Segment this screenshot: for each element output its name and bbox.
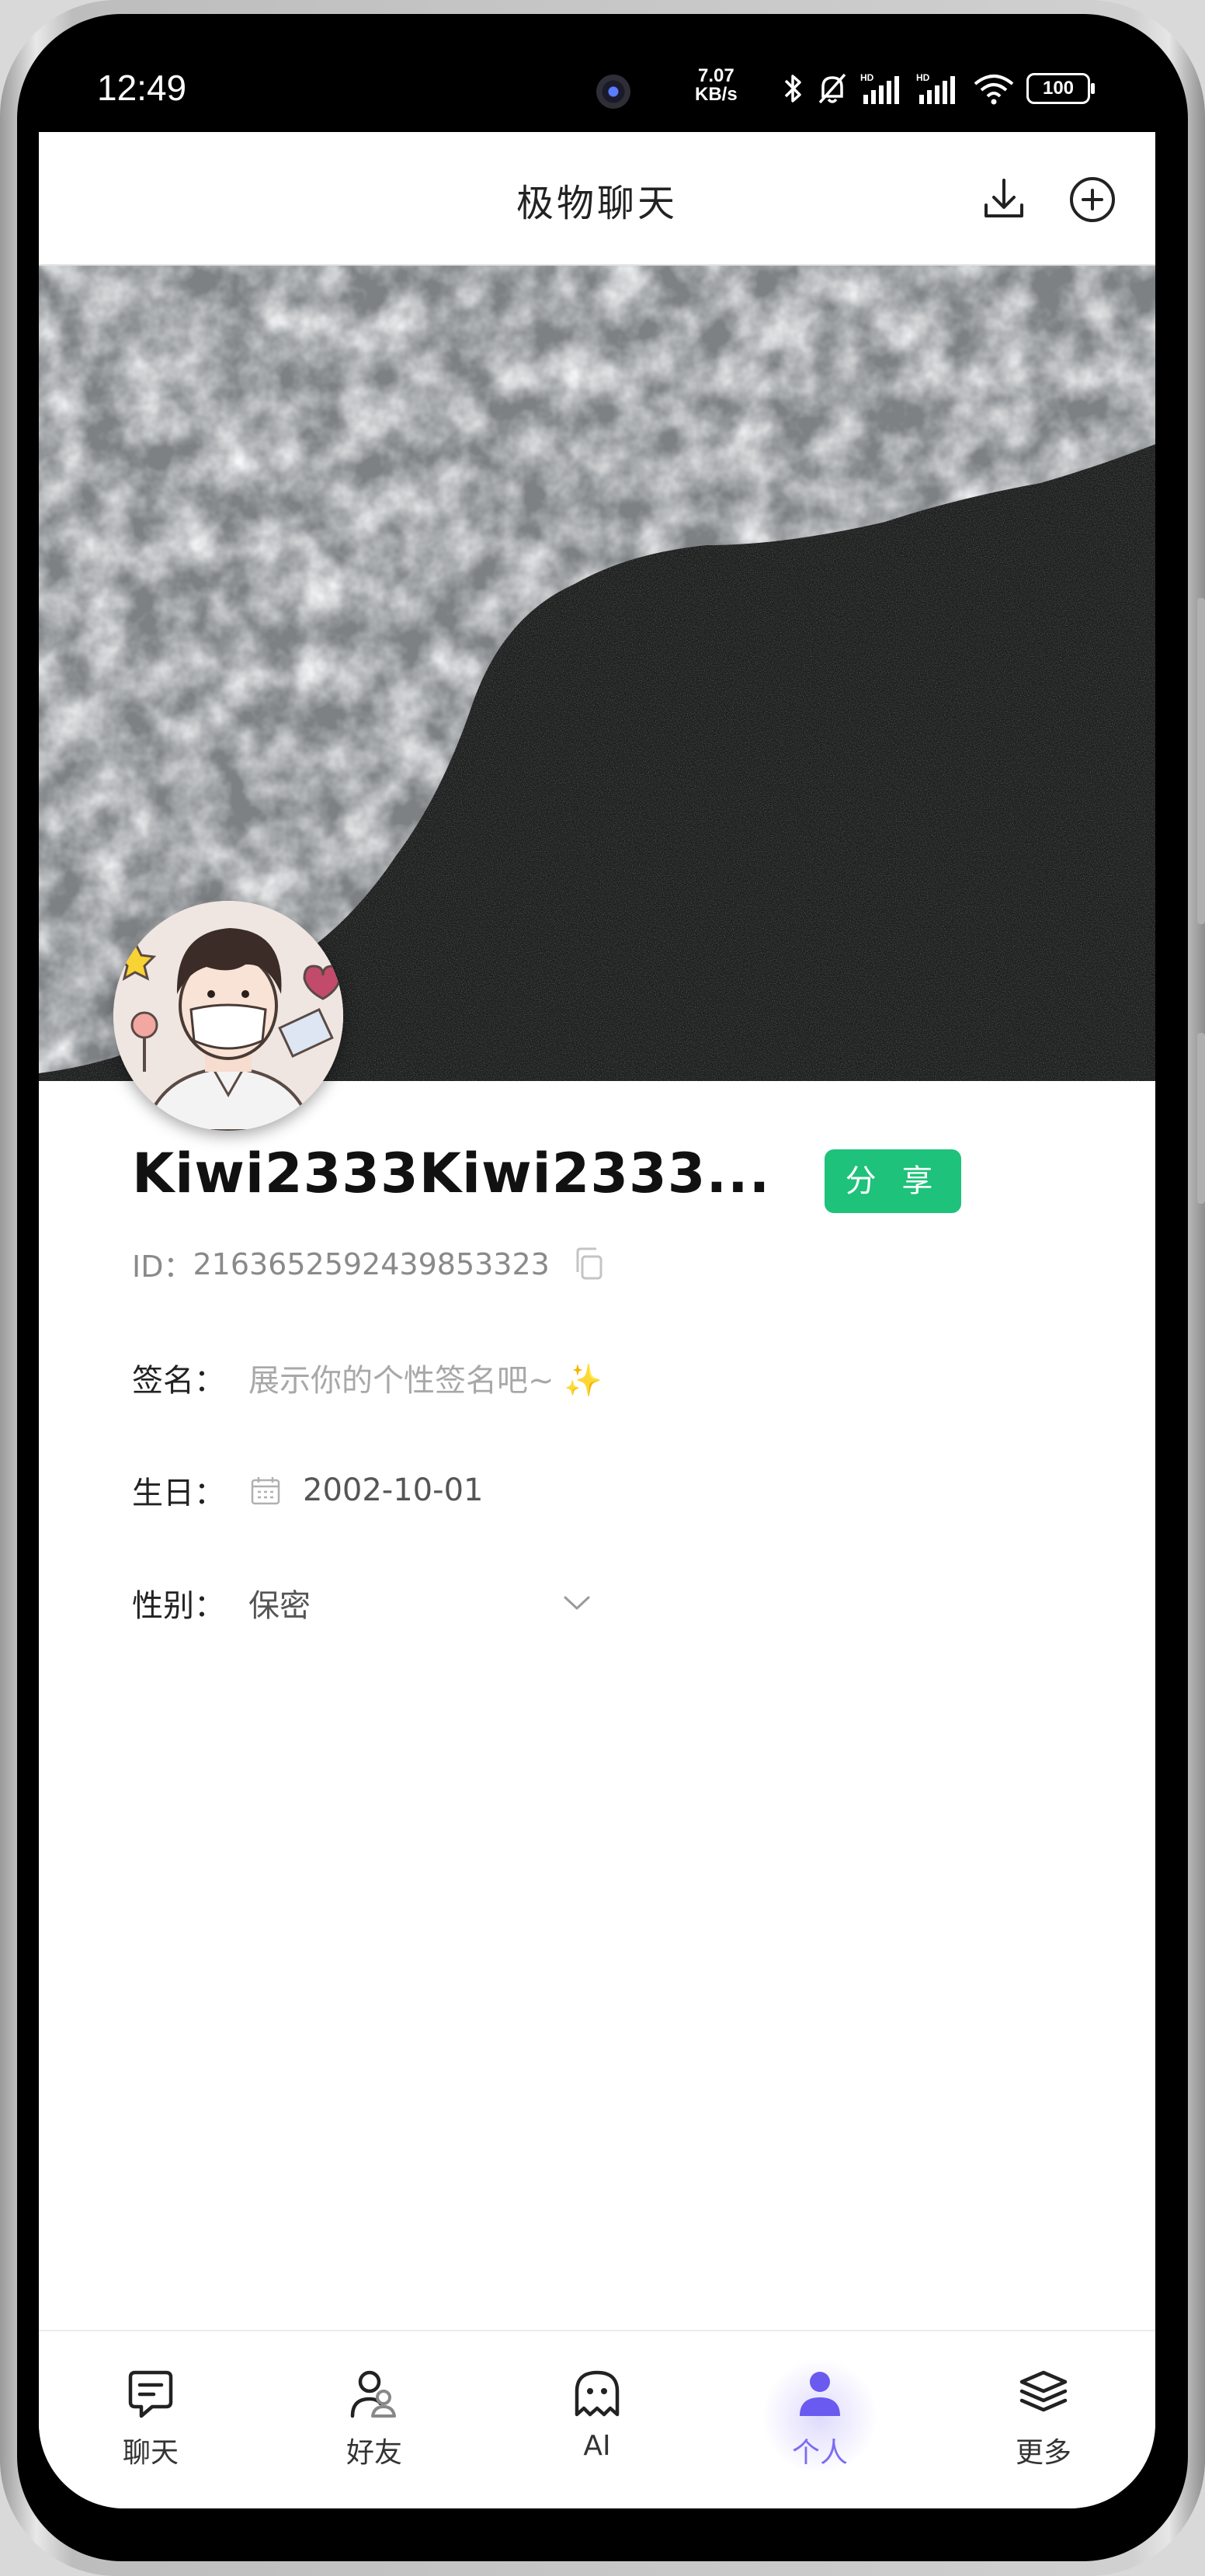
tab-profile-label: 个人 bbox=[791, 2437, 848, 2469]
bluetooth-icon bbox=[784, 75, 801, 103]
birthday-label: 生日： bbox=[132, 1476, 225, 1511]
app-screen: 极物聊天 Kiwi2333Kiwi2333... 分 享 ID： 2163652… bbox=[39, 132, 1155, 2508]
tab-profile[interactable]: 个人 bbox=[742, 2359, 898, 2475]
battery-indicator: 100 bbox=[1026, 73, 1095, 104]
username: Kiwi2333Kiwi2333... bbox=[132, 1142, 771, 1205]
chat-icon bbox=[128, 2370, 173, 2418]
add-circle-icon[interactable] bbox=[1065, 172, 1120, 227]
volume-button bbox=[1197, 598, 1205, 924]
gender-row[interactable]: 性别： 保密 bbox=[132, 1580, 595, 1625]
svg-text:HD: HD bbox=[916, 72, 930, 83]
tab-more[interactable]: 更多 bbox=[966, 2366, 1121, 2470]
avatar[interactable] bbox=[113, 901, 343, 1131]
tab-more-label: 更多 bbox=[1015, 2437, 1071, 2469]
avatar-illustration bbox=[113, 901, 343, 1131]
birthday-row[interactable]: 生日： 2002-10-01 bbox=[132, 1468, 483, 1513]
id-label: ID： bbox=[132, 1250, 193, 1284]
net-speed-value: 7.07 bbox=[697, 65, 734, 86]
signature-row[interactable]: 签名： 展示你的个性签名吧~ ✨ bbox=[132, 1355, 602, 1400]
net-speed: 7.07 KB/s bbox=[695, 67, 738, 104]
signature-label: 签名： bbox=[132, 1363, 225, 1399]
tab-friends[interactable]: 好友 bbox=[297, 2366, 452, 2470]
signal-2-icon: HD bbox=[916, 72, 955, 104]
wifi-icon bbox=[974, 75, 1014, 105]
tab-chat-label: 聊天 bbox=[122, 2437, 179, 2469]
net-speed-unit: KB/s bbox=[695, 84, 738, 105]
share-button[interactable]: 分 享 bbox=[825, 1149, 961, 1213]
calendar-icon bbox=[251, 1477, 280, 1505]
power-button bbox=[1197, 1033, 1205, 1204]
tab-friends-label: 好友 bbox=[346, 2437, 402, 2469]
tab-ai-label: AI bbox=[583, 2430, 611, 2462]
user-id-row: ID： 2163652592439853323 bbox=[132, 1243, 610, 1285]
signature-placeholder[interactable]: 展示你的个性签名吧~ ✨ bbox=[248, 1355, 602, 1400]
birthday-value[interactable]: 2002-10-01 bbox=[303, 1472, 483, 1508]
status-time: 12:49 bbox=[97, 68, 187, 108]
top-header: 极物聊天 bbox=[39, 132, 1155, 266]
bottom-tab-bar: 聊天 好友 AI 个人 更多 bbox=[39, 2330, 1155, 2508]
front-camera bbox=[596, 75, 630, 109]
signal-1-icon: HD bbox=[860, 72, 899, 104]
status-icons: HD HD 100 bbox=[783, 65, 1095, 112]
friends-icon bbox=[350, 2370, 396, 2418]
status-bar: 12:49 7.07 KB/s HD HD 100 bbox=[39, 47, 1155, 132]
mute-bell-icon bbox=[818, 73, 846, 104]
chevron-down-icon[interactable] bbox=[559, 1585, 595, 1621]
copy-icon[interactable] bbox=[570, 1244, 610, 1285]
tab-chat[interactable]: 聊天 bbox=[73, 2366, 228, 2470]
id-value: 2163652592439853323 bbox=[193, 1246, 550, 1281]
gender-value[interactable]: 保密 bbox=[248, 1580, 559, 1625]
person-icon bbox=[800, 2372, 840, 2416]
gender-label: 性别： bbox=[132, 1588, 225, 1624]
download-icon[interactable] bbox=[977, 172, 1031, 227]
svg-text:HD: HD bbox=[860, 72, 874, 83]
tab-ai[interactable]: AI bbox=[519, 2366, 675, 2462]
ghost-icon bbox=[575, 2370, 620, 2417]
layers-icon bbox=[1019, 2370, 1068, 2412]
